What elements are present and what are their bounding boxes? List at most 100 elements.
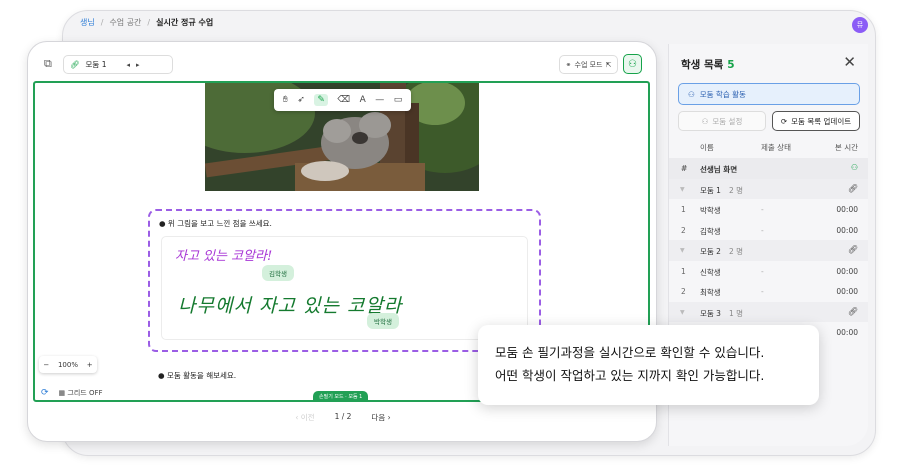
prev-page-label: 이전 [300, 413, 315, 422]
hand-tool-icon[interactable]: ✋︎ [283, 95, 288, 105]
row-time: 00:00 [836, 205, 858, 214]
people-icon: ⚇ [701, 116, 709, 126]
shape-tool-icon[interactable]: ▭ [394, 95, 403, 105]
chevron-down-icon[interactable]: ▼ [680, 247, 685, 254]
table-row[interactable]: 1 박학생 - 00:00 [669, 199, 868, 220]
chevron-down-icon[interactable]: ▼ [680, 309, 685, 316]
eraser-tool-icon[interactable]: ⌫ [337, 95, 350, 105]
row-name: 김학생 [700, 226, 721, 236]
next-page-button[interactable]: 다음 › [371, 412, 390, 423]
zoom-in-button[interactable]: + [87, 361, 93, 369]
refresh-icon: ⟳ [780, 116, 788, 126]
group-activity-label: 모둠 학습 활동 [699, 89, 746, 99]
link-icon[interactable]: 🔗︎ [848, 307, 858, 316]
next-page-label: 다음 [371, 413, 386, 422]
line-tool-icon[interactable]: — [375, 95, 384, 105]
breadcrumb-separator: / [100, 18, 104, 27]
avatar[interactable]: 뮤 [852, 17, 868, 33]
external-link-icon: ⇱ [605, 60, 612, 69]
sync-icon[interactable]: ⟳ [41, 388, 49, 398]
group-name: 모둠 2 [700, 247, 721, 256]
pen-tool-icon[interactable]: ✎ [314, 94, 328, 106]
column-time: 본 시간 [834, 143, 858, 152]
people-icon: ⚇ [850, 163, 858, 172]
row-time: 00:00 [836, 328, 858, 337]
table-row[interactable]: 2 김학생 - 00:00 [669, 220, 868, 241]
question-text: ● 위 그림을 보고 느낀 점을 쓰세요. [159, 219, 272, 228]
grid-toggle-label: 그리드 OFF [67, 389, 103, 397]
panel-title: 학생 목록 5 [681, 57, 735, 72]
class-mode-button[interactable]: ⚭ 수업 모드 ⇱ [559, 55, 618, 74]
teacher-row[interactable]: # 선생님 화면 ⚇ [669, 158, 868, 179]
update-group-list-button[interactable]: ⟳ 모둠 목록 업데이트 [772, 111, 860, 131]
group-row[interactable]: ▼ 모둠 2 2 명 🔗︎ [669, 240, 868, 261]
row-name: 신학생 [700, 267, 721, 277]
row-number: 1 [681, 266, 686, 276]
row-status: - [761, 225, 764, 235]
row-name: 박학생 [700, 206, 721, 215]
chevron-down-icon[interactable]: ▼ [680, 186, 685, 193]
zoom-level: 100% [57, 360, 78, 369]
group-activity-button[interactable]: ⚇ 모둠 학습 활동 [678, 83, 860, 105]
class-mode-label: 수업 모드 [574, 60, 603, 69]
app-stage: 생님 / 수업 공간 / 실시간 정규 수업 뮤 학생 목록 5 ✕ ⚇ 모둠 학… [0, 0, 900, 472]
panel-title-text: 학생 목록 [681, 59, 724, 71]
close-icon[interactable]: ✕ [843, 53, 856, 71]
feature-callout: 모둠 손 필기과정을 실시간으로 확인할 수 있습니다. 어떤 학생이 작업하고… [478, 325, 819, 405]
group-count: 2 명 [729, 247, 744, 256]
link-icon[interactable]: 🔗︎ [848, 184, 858, 193]
column-status: 제출 상태 [761, 143, 791, 152]
student-count: 5 [727, 59, 735, 71]
breadcrumb-current: 실시간 정규 수업 [156, 18, 214, 27]
group-row[interactable]: ▼ 모둠 3 1 명 🔗︎ [669, 301, 868, 322]
callout-line: 어떤 학생이 작업하고 있는 지까지 확인 가능합니다. [495, 368, 765, 383]
pagination: ‹ 이전 1 / 2 다음 › [28, 412, 656, 423]
breadcrumb-item[interactable]: 생님 [80, 17, 95, 28]
status-badge: 손필기 모드 · 모둠 1 [313, 391, 369, 400]
zoom-out-button[interactable]: − [43, 361, 49, 369]
row-status: - [761, 266, 764, 276]
panel-button-row: ⚇ 모둠 설정 ⟳ 모둠 목록 업데이트 [678, 111, 860, 131]
table-row[interactable]: 2 최학생 - 00:00 [669, 281, 868, 302]
row-number: # [681, 164, 688, 173]
group-count: 2 명 [729, 185, 744, 195]
column-name: 이름 [700, 143, 714, 152]
group-nav-arrows[interactable]: ◂▸ [127, 61, 146, 69]
prev-page-button[interactable]: ‹ 이전 [295, 412, 314, 423]
handwriting-stroke: 자고 있는 코알라! [175, 249, 273, 264]
update-group-list-label: 모둠 목록 업데이트 [791, 116, 852, 126]
breadcrumb-separator: / [147, 18, 151, 27]
group-count: 1 명 [729, 308, 744, 318]
breadcrumb: 생님 / 수업 공간 / 실시간 정규 수업 [80, 17, 213, 28]
row-time: 00:00 [836, 225, 858, 235]
group-name: 모둠 3 [700, 308, 721, 318]
people-icon[interactable]: ⚇ [623, 54, 642, 74]
grid-toggle[interactable]: ▦ 그리드 OFF [59, 388, 103, 398]
table-row[interactable]: 1 신학생 - 00:00 [669, 261, 868, 282]
row-status: - [761, 287, 764, 296]
row-number: 1 [681, 205, 686, 214]
callout-line: 모둠 손 필기과정을 실시간으로 확인할 수 있습니다. [495, 345, 765, 360]
row-name: 최학생 [700, 288, 721, 297]
drawing-toolbar: ✋︎ ➶ ✎ ⌫ A — ▭ [274, 89, 411, 111]
zoom-control: − 100% + [39, 356, 97, 373]
class-mode-icon: ⚭ [565, 60, 572, 69]
row-number: 2 [681, 287, 686, 296]
student-cursor-tag: 박학생 [367, 313, 399, 329]
layers-icon[interactable]: ⧉ [44, 57, 52, 71]
link-icon: 🔗︎ [70, 60, 80, 69]
group-row[interactable]: ▼ 모둠 1 2 명 🔗︎ [669, 178, 868, 199]
answer-area[interactable]: 자고 있는 코알라! 김학생 나무에서 자고 있는 코알라 박학생 [161, 236, 528, 340]
pointer-tool-icon[interactable]: ➶ [297, 95, 305, 105]
text-tool-icon[interactable]: A [360, 95, 366, 105]
question-text: ● 모둠 활동을 해보세요. [158, 371, 237, 380]
breadcrumb-item[interactable]: 수업 공간 [109, 17, 141, 28]
group-settings-button[interactable]: ⚇ 모둠 설정 [678, 111, 766, 131]
group-name: 모둠 1 [700, 185, 721, 195]
canvas-footer: ⟳ ▦ 그리드 OFF [41, 388, 103, 398]
student-table: # 선생님 화면 ⚇ ▼ 모둠 1 2 명 🔗︎ 1 박학생 - 00:00 2… [669, 158, 868, 343]
link-icon[interactable]: 🔗︎ [848, 245, 858, 254]
row-name: 선생님 화면 [700, 165, 738, 174]
student-cursor-tag: 김학생 [262, 265, 294, 281]
group-selector[interactable]: 🔗︎ 모둠 1 ◂▸ [63, 55, 173, 74]
